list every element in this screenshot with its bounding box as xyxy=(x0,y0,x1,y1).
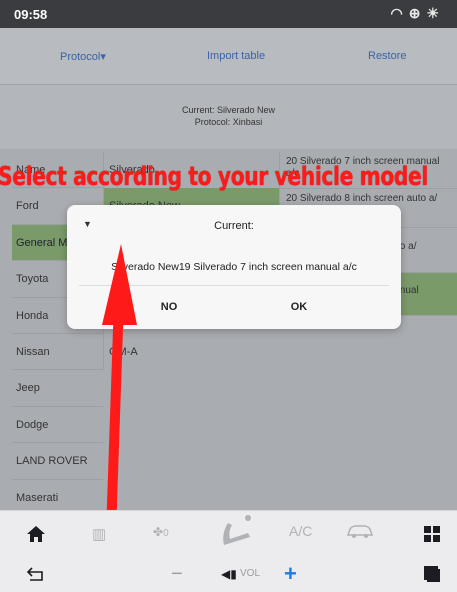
recent-apps-icon[interactable] xyxy=(423,565,441,583)
fan-icon[interactable]: ✤0 xyxy=(153,525,169,539)
home-icon[interactable] xyxy=(26,525,46,543)
status-bar: 09:58 ◠⊕☀ xyxy=(0,0,457,28)
list-item[interactable]: Jeep xyxy=(12,370,103,407)
no-button[interactable]: NO xyxy=(147,301,191,313)
list-item[interactable]: LAND ROVER xyxy=(12,443,103,480)
volume-down-button[interactable]: − xyxy=(171,563,183,586)
fan-level: 0 xyxy=(163,528,169,539)
back-icon[interactable] xyxy=(26,566,46,582)
dialog-message: Silverado New19 Silverado 7 inch screen … xyxy=(111,261,357,273)
protocol-dropdown[interactable]: Protocol▾ xyxy=(60,50,106,63)
volume-icon: ◀▮ xyxy=(221,567,237,581)
divider xyxy=(79,285,389,286)
signal-icon: ⊕ xyxy=(408,5,427,21)
import-table-button[interactable]: Import table xyxy=(207,50,265,62)
clock: 09:58 xyxy=(14,7,48,22)
recirculation-icon[interactable] xyxy=(346,523,374,539)
dialog-title: Current: xyxy=(214,220,254,232)
instruction-overlay-text: Select according to your vehicle model xyxy=(0,162,428,192)
ac-button[interactable]: A/C xyxy=(289,523,312,539)
toolbar: Protocol▾ Import table Restore xyxy=(0,28,457,85)
wifi-icon: ◠ xyxy=(390,5,409,21)
brightness-icon: ☀ xyxy=(426,5,445,21)
list-item[interactable]: GM-A xyxy=(104,334,279,370)
volume-label: VOL xyxy=(240,568,261,579)
volume-up-button[interactable]: + xyxy=(284,561,297,587)
rear-defrost-icon[interactable]: ▥ xyxy=(92,525,106,543)
apps-grid-icon[interactable] xyxy=(423,525,441,543)
current-protocol-info: Current: Silverado New Protocol: Xinbasi xyxy=(0,85,457,149)
status-icons: ◠⊕☀ xyxy=(390,5,445,22)
restore-button[interactable]: Restore xyxy=(368,50,407,62)
ok-button[interactable]: OK xyxy=(277,301,321,313)
seat-icon[interactable] xyxy=(218,513,254,547)
confirm-dialog: ▼ Current: Silverado New19 Silverado 7 i… xyxy=(67,205,401,329)
current-model-text: Current: Silverado New xyxy=(181,105,276,115)
list-item[interactable]: Nissan xyxy=(12,334,103,371)
bottom-control-bar: ▥ ✤0 A/C − ◀▮ VOL + xyxy=(0,510,457,592)
list-item[interactable]: Dodge xyxy=(12,407,103,444)
current-protocol-text: Protocol: Xinbasi xyxy=(194,117,263,127)
